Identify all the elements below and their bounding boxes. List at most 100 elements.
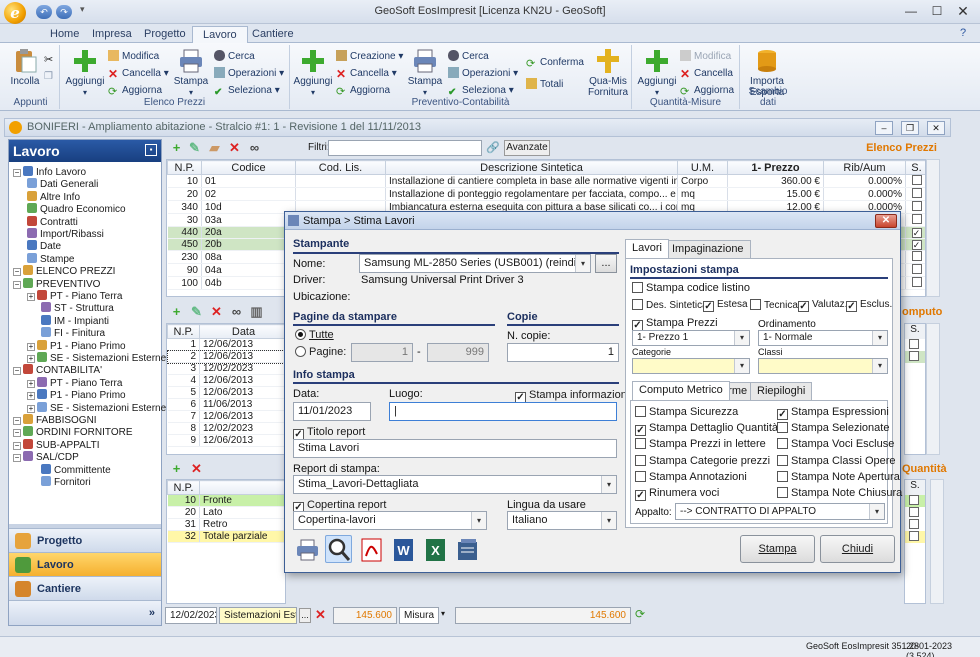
- excel-icon[interactable]: X: [421, 535, 448, 563]
- checkbox[interactable]: ✓: [911, 228, 922, 238]
- nav-tree-item[interactable]: − SAL/CDP: [13, 451, 79, 463]
- table-row[interactable]: 8 12/02/2023: [167, 422, 285, 435]
- delete-icon[interactable]: ✕: [190, 462, 203, 475]
- nav-tree-item[interactable]: Dati Generali: [27, 178, 98, 190]
- titolo-report-field[interactable]: Stima Lavori: [293, 439, 617, 458]
- tab-cantiere[interactable]: Cantiere: [242, 26, 304, 43]
- expand-icon[interactable]: −: [13, 454, 21, 463]
- categorie-select[interactable]: ▾: [632, 358, 750, 374]
- pdf-icon[interactable]: [357, 535, 384, 563]
- tools-icon[interactable]: ✎: [190, 305, 203, 318]
- nav-tree-item[interactable]: FI - Finitura: [41, 327, 105, 339]
- avanzate-button[interactable]: Avanzate: [504, 140, 550, 156]
- preventivo-aggiorna-button[interactable]: ⟳ Aggiorna: [336, 83, 390, 98]
- option-checkbox[interactable]: Stampa Classi Opere: [777, 454, 896, 467]
- elenco-operazioni-button[interactable]: Operazioni ▾: [214, 66, 284, 81]
- nav-overflow[interactable]: »: [9, 600, 161, 625]
- preventivo-cancella-button[interactable]: ✕ Cancella ▾: [336, 66, 397, 81]
- expand-icon[interactable]: −: [13, 367, 21, 376]
- quantita-scrollbar[interactable]: [930, 479, 944, 604]
- maximize-icon[interactable]: ☐: [924, 3, 950, 20]
- nav-tree-item[interactable]: Quadro Economico: [27, 203, 126, 215]
- date-field[interactable]: 12/02/2023: [165, 607, 217, 624]
- nav-tree-item[interactable]: Import/Ribassi: [27, 228, 104, 240]
- checkbox[interactable]: [909, 339, 919, 349]
- checkbox[interactable]: [909, 351, 919, 361]
- preventivo-conferma-button[interactable]: ⟳ Conferma: [526, 55, 584, 70]
- expand-icon[interactable]: −: [13, 169, 21, 177]
- radio-pagine[interactable]: Pagine:: [295, 346, 346, 358]
- eraser-icon[interactable]: ▰: [208, 141, 221, 154]
- nav-tree-item[interactable]: Date: [27, 240, 61, 252]
- delete-icon[interactable]: ✕: [210, 305, 223, 318]
- incolla-button[interactable]: Incolla: [4, 48, 46, 87]
- nav-tree-item[interactable]: ST - Struttura: [41, 302, 114, 314]
- nav-tree-item[interactable]: + P1 - Piano Primo: [27, 389, 126, 401]
- option-checkbox[interactable]: Stampa Voci Escluse: [777, 438, 894, 450]
- col-header[interactable]: N.P.: [167, 160, 202, 175]
- browse-button[interactable]: ...: [299, 608, 311, 623]
- col-header[interactable]: S.: [905, 160, 925, 175]
- preventivo-seleziona-button[interactable]: ✔ Seleziona ▾: [448, 83, 514, 98]
- prezzo-select[interactable]: 1- Prezzo 1 ▾: [632, 330, 750, 346]
- checkbox[interactable]: [911, 277, 922, 287]
- add-icon[interactable]: +: [170, 462, 183, 475]
- expand-icon[interactable]: −: [13, 441, 21, 450]
- checkbox[interactable]: [911, 175, 922, 185]
- chiudi-button[interactable]: Chiudi: [820, 535, 895, 563]
- option-checkbox[interactable]: ✓ Stampa Espressioni: [777, 406, 889, 420]
- luogo-field[interactable]: |: [389, 402, 617, 421]
- doc-close-icon[interactable]: ✕: [927, 121, 945, 135]
- elenco-cerca-button[interactable]: Cerca: [214, 49, 255, 64]
- page-from-field[interactable]: 1: [351, 343, 413, 362]
- computo-scrollbar[interactable]: [926, 323, 940, 455]
- print-icon[interactable]: [293, 535, 320, 563]
- quantita-aggiorna-button[interactable]: ⟳ Aggiorna: [680, 83, 734, 98]
- doc-minimize-icon[interactable]: –: [875, 121, 893, 135]
- expand-icon[interactable]: −: [13, 280, 21, 289]
- table-row[interactable]: 5 12/06/2013: [167, 386, 285, 399]
- delete-icon[interactable]: ✕: [315, 607, 326, 623]
- nav-tree-item[interactable]: Fornitori: [41, 476, 91, 488]
- radio-tutte[interactable]: Tutte: [295, 329, 334, 341]
- subtab-computo-metrico[interactable]: Computo Metrico: [632, 381, 730, 400]
- option-checkbox[interactable]: Stampa Prezzi in lettere: [635, 438, 766, 450]
- nav-tree-item[interactable]: + PT - Piano Terra: [27, 290, 122, 302]
- total-field[interactable]: 145.600: [455, 607, 631, 624]
- col-header[interactable]: Cod. Lis.: [295, 160, 386, 175]
- checkbox[interactable]: [909, 507, 919, 517]
- add-icon[interactable]: +: [170, 305, 183, 318]
- quantita-cancella-button[interactable]: ✕ Cancella: [680, 66, 733, 81]
- expand-icon[interactable]: +: [27, 355, 35, 363]
- preventivo-stampa-button[interactable]: Stampa ▾: [404, 48, 446, 98]
- col-header[interactable]: U.M.: [677, 160, 728, 175]
- des-sintetica-checkbox[interactable]: Des. Sintetica: [632, 299, 708, 311]
- nav-tree-item[interactable]: IM - Impianti: [41, 314, 109, 327]
- elenco-aggiungi-button[interactable]: Aggiungi ▾: [64, 48, 106, 98]
- option-checkbox[interactable]: Stampa Categorie prezzi: [635, 454, 770, 467]
- tab-lavoro[interactable]: Lavoro: [192, 26, 248, 44]
- table-row[interactable]: 10 Fronte: [167, 494, 285, 507]
- help-icon[interactable]: ?: [960, 27, 966, 39]
- chart-icon[interactable]: ▥: [250, 305, 263, 318]
- binoculars-icon[interactable]: ∞: [230, 305, 243, 318]
- table-row[interactable]: 32 Totale parziale: [167, 530, 285, 543]
- preventivo-aggiungi-button[interactable]: Aggiungi ▾: [292, 48, 334, 98]
- elenco-modifica-button[interactable]: Modifica: [108, 49, 159, 64]
- table-row[interactable]: 20 Lato: [167, 506, 285, 519]
- misura-field[interactable]: Misura: [399, 607, 439, 624]
- estesa-checkbox[interactable]: ✓ Estesa: [703, 299, 748, 312]
- copies-field[interactable]: 1: [507, 343, 619, 362]
- nav-tree-item[interactable]: Committente: [41, 463, 111, 476]
- option-checkbox[interactable]: ✓ Stampa Dettaglio Quantità: [635, 422, 778, 437]
- nav-tree-item[interactable]: Contratti: [27, 215, 78, 228]
- table-row[interactable]: 1 12/06/2013: [167, 338, 285, 351]
- col-header[interactable]: Descrizione Sintetica: [385, 160, 678, 175]
- printer-properties-button[interactable]: ...: [595, 254, 617, 273]
- chevron-down-icon[interactable]: ▾: [441, 609, 445, 618]
- checkbox[interactable]: [909, 519, 919, 529]
- nav-button-cantiere[interactable]: Cantiere: [9, 576, 161, 600]
- nav-tree-item[interactable]: − SUB-APPALTI: [13, 438, 100, 451]
- nav-button-lavoro[interactable]: Lavoro: [9, 552, 161, 576]
- checkbox[interactable]: [911, 214, 922, 224]
